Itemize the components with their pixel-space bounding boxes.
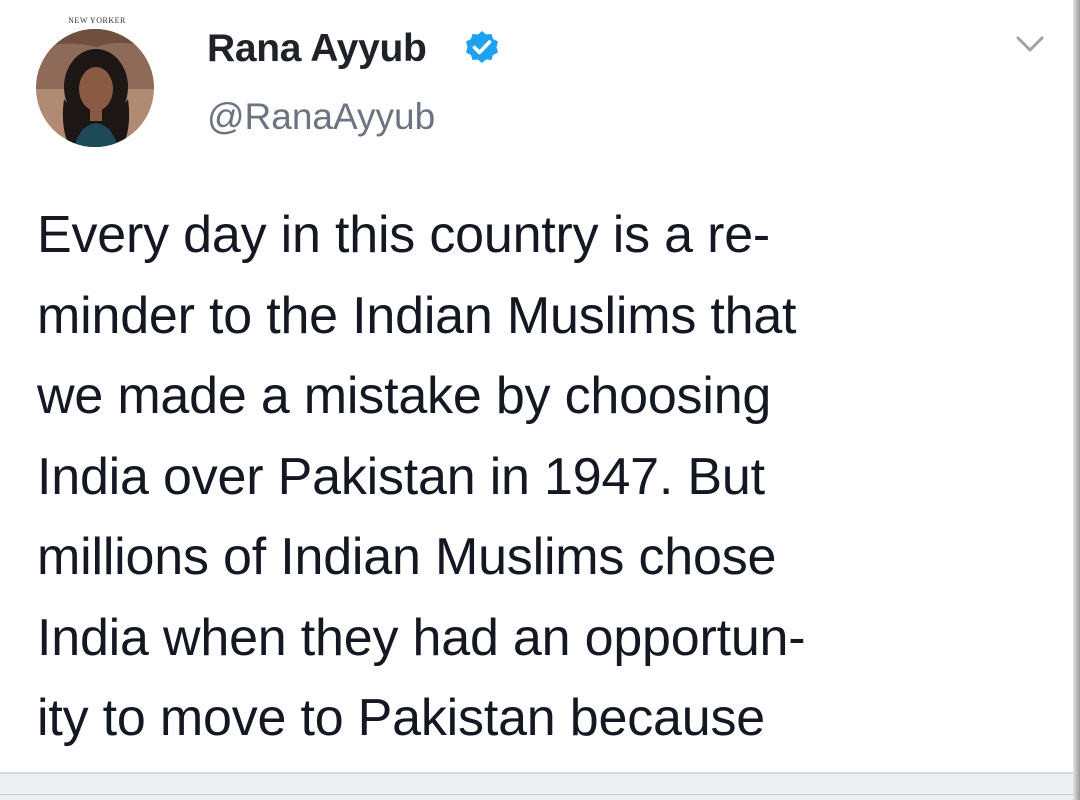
- tweet-text-line: India over Pakistan in 1947. But: [37, 447, 765, 506]
- user-name[interactable]: Rana Ayyub: [207, 26, 427, 72]
- divider-line: [0, 794, 1080, 795]
- scrollbar-edge: [1073, 0, 1080, 800]
- tweet-card: NEW YORKER Rana Ayyub @RanaAyyub Every d…: [0, 0, 1080, 800]
- tweet-text-line: minder to the Indian Muslims that: [37, 286, 797, 345]
- tweet-text-line: we made a mistake by choosing: [37, 367, 772, 425]
- chevron-down-icon[interactable]: [1015, 34, 1045, 56]
- user-handle[interactable]: @RanaAyyub: [207, 95, 435, 139]
- avatar[interactable]: [36, 29, 154, 147]
- tweet-text-line: millions of Indian Muslims chose: [37, 528, 777, 586]
- tweet-text-line: Every day in this country is a re-: [37, 206, 771, 264]
- bottom-divider: [0, 772, 1080, 800]
- avatar-masthead-text: NEW YORKER: [68, 15, 126, 25]
- verified-badge-icon: [463, 29, 501, 67]
- tweet-text-line: ity to move to Pakistan because: [37, 689, 765, 747]
- avatar-image: [36, 29, 154, 147]
- tweet-text-line: India when they had an opportun-: [37, 608, 806, 667]
- tweet-text: Every day in this country is a re- minde…: [37, 195, 1052, 759]
